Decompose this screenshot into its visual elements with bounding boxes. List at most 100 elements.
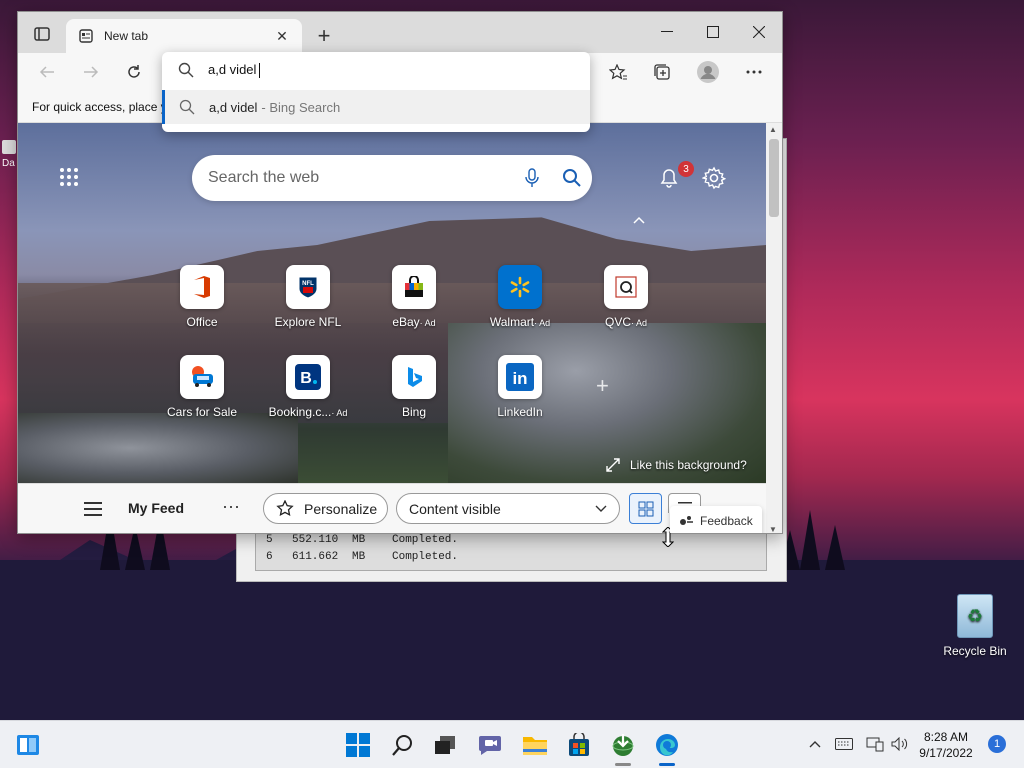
new-tab-page: Search the web 3 Office NFL Explore NFL … <box>18 123 766 483</box>
scroll-up-arrow-icon[interactable]: ▲ <box>769 125 777 134</box>
close-window-button[interactable] <box>736 12 782 52</box>
start-button[interactable] <box>344 731 372 759</box>
widgets-button[interactable] <box>14 731 42 759</box>
notification-center-badge[interactable]: 1 <box>988 735 1006 753</box>
address-bar-input[interactable]: a,d videl <box>162 52 590 88</box>
quicklink-cars-for-sale[interactable]: Cars for Sale <box>154 355 250 435</box>
microsoft-store-button[interactable] <box>565 731 593 759</box>
favorites-button[interactable] <box>603 58 633 86</box>
chat-icon <box>479 736 501 755</box>
quicklink-walmart[interactable]: Walmart· Ad <box>472 265 568 345</box>
quicklink-qvc[interactable]: QVC· Ad <box>578 265 674 345</box>
maximize-button[interactable] <box>690 12 736 52</box>
feed-menu-hamburger-icon[interactable] <box>84 502 102 516</box>
bing-icon <box>392 355 436 399</box>
search-icon[interactable] <box>552 158 592 198</box>
list-icon <box>677 501 692 503</box>
taskbar-clock[interactable]: 8:28 AM 9/17/2022 <box>910 729 982 761</box>
personalize-icon <box>276 499 294 516</box>
recycle-bin-shortcut[interactable]: ♻ Recycle Bin <box>940 594 1010 658</box>
grid-layout-button[interactable] <box>629 493 662 524</box>
show-hidden-icons-chevron-up-icon[interactable] <box>804 733 826 755</box>
settings-more-button[interactable] <box>739 58 769 86</box>
scrollbar-thumb[interactable] <box>769 139 779 217</box>
booking-icon: B <box>286 355 330 399</box>
store-icon <box>569 733 589 756</box>
minimize-button[interactable] <box>644 12 690 52</box>
back-button[interactable] <box>32 58 62 86</box>
address-bar-dropdown[interactable]: a,d videl a,d videl - Bing Search <box>162 52 590 132</box>
quicklink-explore-nfl[interactable]: NFL Explore NFL <box>260 265 356 345</box>
like-background-link[interactable]: Like this background? <box>606 458 747 472</box>
search-placeholder: Search the web <box>208 169 320 186</box>
web-search-box[interactable]: Search the web <box>192 155 592 201</box>
quicklink-booking[interactable]: B Booking.c...· Ad <box>260 355 356 435</box>
favorites-bar-hint: For quick access, place y <box>32 99 167 114</box>
tab-title: New tab <box>104 29 149 43</box>
feed-bar: My Feed ··· Personalize Content visible … <box>18 483 766 533</box>
notifications-bell-icon[interactable] <box>658 167 680 189</box>
feedback-button[interactable]: Feedback <box>670 506 762 533</box>
windows-logo-icon <box>346 733 370 757</box>
page-scrollbar[interactable]: ▲ ▼ <box>766 123 782 533</box>
personalize-button[interactable]: Personalize <box>263 493 388 524</box>
expand-icon <box>606 458 620 472</box>
collections-button[interactable] <box>647 58 677 86</box>
office-icon <box>180 265 224 309</box>
grid-icon <box>638 501 653 516</box>
page-settings-gear-icon[interactable] <box>702 166 726 190</box>
tab-actions-icon <box>34 27 50 41</box>
refresh-button[interactable] <box>119 58 149 86</box>
tab-new-tab[interactable]: New tab ✕ <box>66 19 302 53</box>
download-row: 6 611.662 MB Completed. <box>266 551 459 563</box>
volume-icon[interactable] <box>889 733 911 755</box>
download-row: 5 552.110 MB Completed. <box>266 534 459 546</box>
network-icon[interactable] <box>864 733 886 755</box>
microphone-icon[interactable] <box>512 158 552 198</box>
svg-text:B: B <box>300 370 312 387</box>
new-tab-button[interactable]: + <box>310 22 338 50</box>
walmart-spark-icon <box>498 265 542 309</box>
chevron-down-icon <box>595 505 607 512</box>
chat-button[interactable] <box>476 731 504 759</box>
feed-more-button[interactable]: ··· <box>222 496 240 517</box>
quicklink-bing[interactable]: Bing <box>366 355 462 435</box>
quicklink-linkedin[interactable]: in LinkedIn <box>472 355 568 435</box>
suggestion-bing-search[interactable]: a,d videl - Bing Search <box>162 90 590 124</box>
text-caret <box>259 63 261 79</box>
desktop-shortcut-icon[interactable] <box>2 140 16 154</box>
my-feed-title[interactable]: My Feed <box>128 500 184 516</box>
desktop-shortcut-label: Da <box>2 158 15 169</box>
task-view-button[interactable] <box>431 731 459 759</box>
forward-button[interactable] <box>76 58 106 86</box>
collapse-chevron-up-icon[interactable] <box>632 215 646 225</box>
search-icon <box>179 99 195 115</box>
car-icon <box>180 355 224 399</box>
download-manager-button[interactable] <box>609 731 637 759</box>
active-indicator <box>659 763 675 766</box>
download-list: 5 552.110 MB Completed. 6 611.662 MB Com… <box>255 531 767 571</box>
svg-text:NFL: NFL <box>302 281 314 287</box>
download-manager-globe-icon <box>612 734 634 756</box>
tab-actions-button[interactable] <box>26 20 58 48</box>
app-launcher-icon[interactable] <box>60 168 80 188</box>
profile-button[interactable] <box>693 58 723 86</box>
quicklink-office[interactable]: Office <box>154 265 250 345</box>
qvc-icon <box>604 265 648 309</box>
edge-taskbar-button[interactable] <box>653 731 681 759</box>
suggestion-text: a,d videl <box>209 99 258 115</box>
keyboard-icon[interactable] <box>833 733 855 755</box>
suggestion-source: - Bing Search <box>261 99 341 115</box>
svg-text:in: in <box>512 369 527 388</box>
file-explorer-button[interactable] <box>521 731 549 759</box>
quicklink-ebay[interactable]: eBay· Ad <box>366 265 462 345</box>
running-indicator <box>615 763 631 766</box>
content-visibility-select[interactable]: Content visible <box>396 493 620 524</box>
close-tab-icon[interactable]: ✕ <box>274 28 290 44</box>
nfl-icon: NFL <box>286 265 330 309</box>
add-quicklink-icon[interactable]: + <box>596 373 609 399</box>
new-tab-favicon-icon <box>79 29 93 43</box>
collections-icon <box>654 64 670 80</box>
scroll-down-arrow-icon[interactable]: ▼ <box>769 525 777 533</box>
taskbar-search-button[interactable] <box>389 731 417 759</box>
